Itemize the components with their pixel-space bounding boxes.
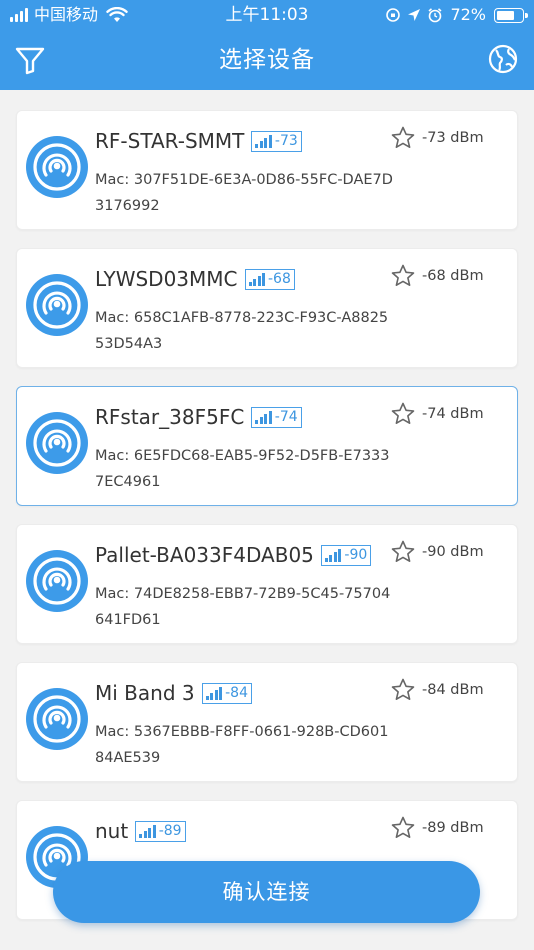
signal-bars-icon bbox=[248, 272, 265, 286]
device-name: RFstar_38F5FC bbox=[95, 405, 245, 429]
device-name: nut bbox=[95, 819, 129, 843]
signal-badge: -74 bbox=[251, 406, 302, 428]
bluetooth-device-icon bbox=[26, 550, 88, 612]
star-icon[interactable] bbox=[390, 677, 416, 703]
signal-badge-value: -84 bbox=[225, 685, 248, 701]
device-mac: Mac: 74DE8258-EBB7-72B9-5C45-75704641FD6… bbox=[95, 586, 391, 628]
globe-icon[interactable] bbox=[487, 43, 519, 75]
page-title: 选择设备 bbox=[219, 47, 315, 73]
signal-bars-icon bbox=[139, 824, 156, 838]
signal-badge-value: -74 bbox=[274, 409, 298, 425]
device-mac: Mac: 658C1AFB-8778-223C-F93C-A882553D54A… bbox=[95, 310, 389, 352]
bluetooth-device-icon bbox=[26, 136, 88, 198]
star-icon[interactable] bbox=[390, 401, 416, 427]
status-bar: 中国移动 上午11:03 72% bbox=[0, 0, 534, 30]
signal-badge: -89 bbox=[135, 820, 186, 842]
signal-badge-value: -90 bbox=[344, 547, 368, 563]
device-rssi: -74 dBm bbox=[422, 406, 484, 422]
device-name: RF-STAR-SMMT bbox=[95, 129, 245, 153]
star-icon[interactable] bbox=[390, 125, 416, 151]
confirm-connect-button[interactable]: 确认连接 bbox=[53, 861, 480, 923]
device-name: Pallet-BA033F4DAB05 bbox=[95, 543, 314, 567]
device-name-row: RF-STAR-SMMT -73 bbox=[95, 127, 302, 155]
nav-bar: 选择设备 bbox=[0, 30, 534, 90]
device-mac: Mac: 5367EBBB-F8FF-0661-928B-CD60184AE53… bbox=[95, 724, 389, 766]
signal-bars-icon bbox=[255, 134, 272, 148]
star-icon[interactable] bbox=[390, 539, 416, 565]
star-icon[interactable] bbox=[390, 815, 416, 841]
star-icon[interactable] bbox=[390, 263, 416, 289]
device-rssi: -89 dBm bbox=[422, 820, 484, 836]
device-card[interactable]: RFstar_38F5FC -74 Mac: 6E5FDC68-EAB5-9F5… bbox=[16, 386, 518, 506]
signal-badge-value: -68 bbox=[268, 271, 291, 287]
location-icon bbox=[408, 9, 421, 21]
device-mac: Mac: 6E5FDC68-EAB5-9F52-D5FB-E73337EC496… bbox=[95, 448, 390, 490]
device-mac: Mac: 307F51DE-6E3A-0D86-55FC-DAE7D317699… bbox=[95, 172, 393, 214]
bluetooth-device-icon bbox=[26, 412, 88, 474]
device-rssi: -73 dBm bbox=[422, 130, 484, 146]
signal-badge-value: -73 bbox=[274, 133, 298, 149]
signal-badge: -90 bbox=[320, 544, 372, 566]
device-name-row: LYWSD03MMC -68 bbox=[95, 265, 295, 293]
device-card[interactable]: Mi Band 3 -84 Mac: 5367EBBB-F8FF-0661-92… bbox=[16, 662, 518, 782]
device-rssi: -68 dBm bbox=[422, 268, 484, 284]
device-rssi: -84 dBm bbox=[422, 682, 484, 698]
signal-badge: -84 bbox=[201, 682, 252, 704]
signal-badge: -68 bbox=[244, 268, 295, 290]
device-name-row: nut -89 bbox=[95, 817, 186, 845]
device-name: LYWSD03MMC bbox=[95, 267, 238, 291]
device-name-row: Pallet-BA033F4DAB05 -90 bbox=[95, 541, 372, 569]
signal-badge-value: -89 bbox=[158, 823, 182, 839]
signal-bars-icon bbox=[255, 410, 272, 424]
device-card[interactable]: LYWSD03MMC -68 Mac: 658C1AFB-8778-223C-F… bbox=[16, 248, 518, 368]
status-right: 72% bbox=[385, 5, 528, 25]
app-header: 中国移动 上午11:03 72% 选择设备 bbox=[0, 0, 534, 90]
device-card[interactable]: RF-STAR-SMMT -73 Mac: 307F51DE-6E3A-0D86… bbox=[16, 110, 518, 230]
bluetooth-device-icon bbox=[26, 688, 88, 750]
device-name: Mi Band 3 bbox=[95, 681, 195, 705]
signal-bars-icon bbox=[205, 686, 223, 700]
signal-badge: -73 bbox=[251, 130, 302, 152]
device-name-row: RFstar_38F5FC -74 bbox=[95, 403, 302, 431]
alarm-icon bbox=[428, 8, 442, 23]
orientation-lock-icon bbox=[386, 8, 401, 22]
battery-percent: 72% bbox=[450, 5, 486, 24]
device-card[interactable]: Pallet-BA033F4DAB05 -90 Mac: 74DE8258-EB… bbox=[16, 524, 518, 644]
signal-bars-icon bbox=[324, 548, 342, 562]
device-name-row: Mi Band 3 -84 bbox=[95, 679, 252, 707]
device-list[interactable]: RF-STAR-SMMT -73 Mac: 307F51DE-6E3A-0D86… bbox=[0, 90, 534, 950]
device-rssi: -90 dBm bbox=[422, 544, 484, 560]
battery-icon bbox=[494, 7, 528, 23]
bluetooth-device-icon bbox=[26, 274, 88, 336]
